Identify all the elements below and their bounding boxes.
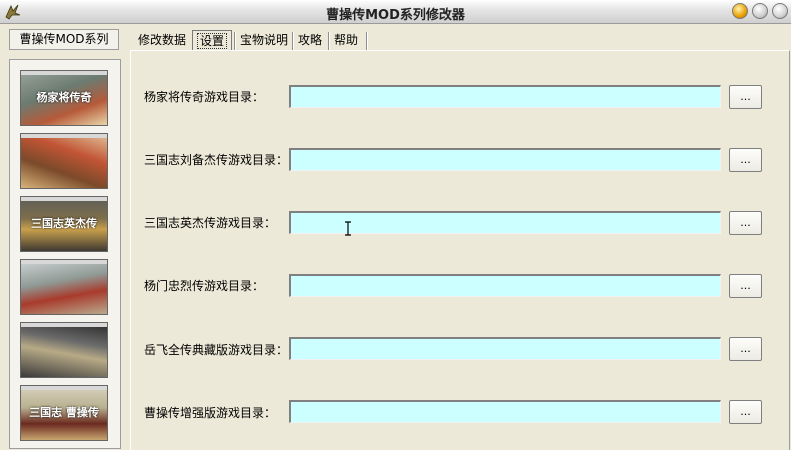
yingjie-dir-label: 三国志英杰传游戏目录： xyxy=(144,216,277,230)
yuefei-browse-button[interactable]: ... xyxy=(729,337,762,361)
yingjie-dir-input[interactable] xyxy=(289,211,721,234)
settings-panel xyxy=(130,50,790,450)
thumbnail-label: 三国志 曹操传 xyxy=(29,406,99,419)
game-thumbnail[interactable] xyxy=(20,133,108,189)
text-cursor-icon xyxy=(345,221,351,236)
caocao-enhanced-dir-label: 曹操传增强版游戏目录： xyxy=(144,406,277,420)
yuefei-dir-input[interactable] xyxy=(289,337,721,360)
liubei-dir-input[interactable] xyxy=(289,148,721,171)
thumbnail-label: 三国志英杰传 xyxy=(31,217,97,230)
tab-help[interactable]: 帮助 xyxy=(330,30,362,50)
window-title: 曹操传MOD系列修改器 xyxy=(326,8,465,23)
game-thumbnail[interactable]: 三国志英杰传 xyxy=(20,196,108,252)
game-thumbnail[interactable] xyxy=(20,322,108,378)
maximize-button[interactable] xyxy=(752,3,768,19)
tab-label: 帮助 xyxy=(334,33,359,47)
game-thumbnail[interactable]: 杨家将传奇 xyxy=(20,70,108,126)
mod-series-header: 曹操传MOD系列 xyxy=(9,29,119,50)
caocao-enhanced-dir-input[interactable] xyxy=(289,400,721,423)
game-thumbnail[interactable] xyxy=(20,259,108,315)
tab-settings[interactable]: 设置 xyxy=(192,30,233,50)
yangjiajiang-dir-label: 杨家将传奇游戏目录： xyxy=(144,90,265,104)
yangmen-dir-label: 杨门忠烈传游戏目录： xyxy=(144,279,265,293)
thumbnail-label: 杨家将传奇 xyxy=(36,91,92,104)
tab-strategy[interactable]: 攻略 xyxy=(294,30,326,50)
yangmen-dir-input[interactable] xyxy=(289,274,721,297)
game-thumbnail-list[interactable]: 杨家将传奇 三国志英杰传 三国志 曹操传 xyxy=(9,59,121,449)
tab-treasure-info[interactable]: 宝物说明 xyxy=(236,30,292,50)
minimize-button[interactable] xyxy=(732,3,748,19)
yangjiajiang-dir-input[interactable] xyxy=(289,85,721,108)
caocao-enhanced-browse-button[interactable]: ... xyxy=(729,400,762,424)
yangjiajiang-browse-button[interactable]: ... xyxy=(729,85,762,109)
close-button[interactable] xyxy=(772,3,788,19)
title-bar[interactable]: 曹操传MOD系列修改器 xyxy=(0,0,791,24)
game-thumbnail[interactable]: 三国志 曹操传 xyxy=(20,385,108,441)
liubei-dir-label: 三国志刘备杰传游戏目录： xyxy=(144,153,289,167)
tab-label: 设置 xyxy=(197,33,228,49)
yangmen-browse-button[interactable]: ... xyxy=(729,274,762,298)
tab-label: 攻略 xyxy=(298,33,323,47)
yuefei-dir-label: 岳飞全传典藏版游戏目录： xyxy=(144,343,289,357)
tab-modify-data[interactable]: 修改数据 xyxy=(134,30,190,50)
liubei-browse-button[interactable]: ... xyxy=(729,148,762,172)
tab-label: 修改数据 xyxy=(138,33,187,47)
tab-label: 宝物说明 xyxy=(240,33,289,47)
yingjie-browse-button[interactable]: ... xyxy=(729,211,762,235)
